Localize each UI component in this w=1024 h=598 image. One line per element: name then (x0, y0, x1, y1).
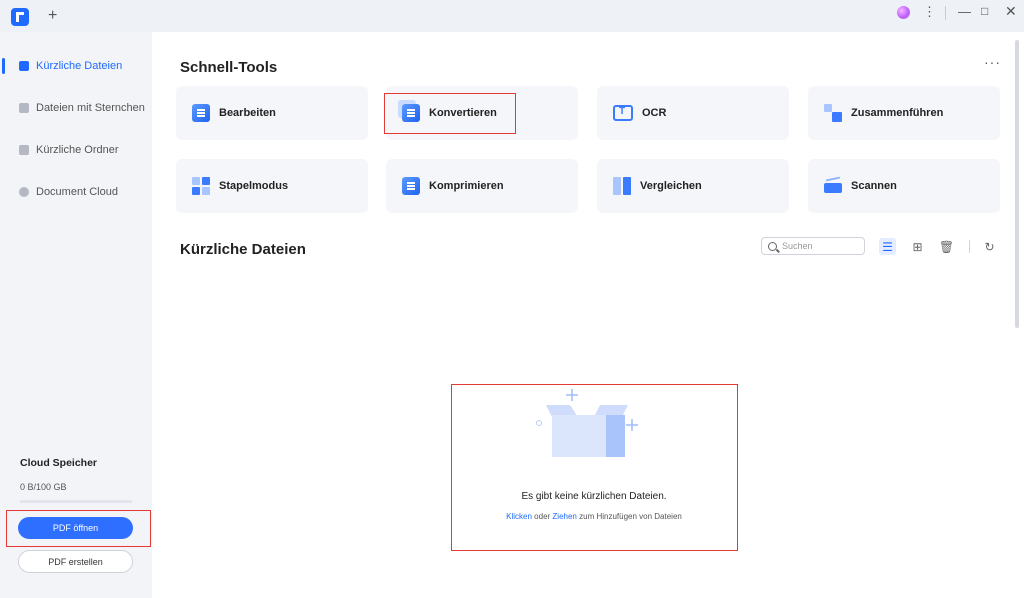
search-input[interactable] (782, 241, 862, 251)
sidebar-item-label: Document Cloud (36, 186, 118, 198)
titlebar-divider (945, 6, 946, 20)
create-pdf-button[interactable]: PDF erstellen (18, 550, 133, 573)
minimize-icon[interactable]: — (958, 4, 971, 19)
sidebar-item-label: Kürzliche Ordner (36, 144, 119, 156)
sidebar-item-starred[interactable]: Dateien mit Sternchen (0, 93, 152, 123)
search-icon (768, 241, 777, 251)
grid-view-icon[interactable]: ⊞ (909, 238, 926, 255)
edit-icon (192, 104, 210, 122)
tool-ocr[interactable]: OCR (597, 86, 789, 140)
sidebar-item-label: Dateien mit Sternchen (36, 102, 145, 114)
tool-label: Scannen (851, 180, 897, 192)
search-box[interactable] (761, 237, 865, 255)
merge-icon (824, 104, 842, 122)
highlight-box-empty-state (451, 384, 738, 551)
compare-icon (613, 177, 631, 195)
tool-batch[interactable]: Stapelmodus (176, 159, 368, 213)
cloud-storage-bar (20, 500, 132, 503)
cloud-icon (19, 187, 29, 197)
starred-files-icon (19, 103, 29, 113)
avatar-icon[interactable] (897, 6, 910, 19)
list-view-icon[interactable]: ☰ (879, 238, 896, 255)
sidebar: Kürzliche Dateien Dateien mit Sternchen … (0, 32, 152, 598)
more-options-icon[interactable]: ··· (984, 54, 1001, 70)
tool-label: OCR (642, 107, 667, 119)
toolbar-divider (969, 240, 970, 253)
cloud-storage-usage: 0 B/100 GB (20, 482, 67, 492)
refresh-icon[interactable]: ↻ (981, 238, 998, 255)
sidebar-item-recent-files[interactable]: Kürzliche Dateien (0, 51, 152, 81)
sidebar-item-label: Kürzliche Dateien (36, 60, 123, 72)
batch-icon (192, 177, 210, 195)
more-vertical-icon[interactable]: ⋮ (923, 4, 936, 20)
active-indicator (2, 58, 5, 74)
close-icon[interactable]: ✕ (1005, 3, 1017, 20)
tool-label: Vergleichen (640, 180, 702, 192)
folder-icon (19, 145, 29, 155)
title-bar: + ⋮ — □ ✕ (0, 0, 1024, 32)
tool-label: Bearbeiten (219, 107, 276, 119)
recent-files-icon (19, 61, 29, 71)
cloud-storage-title: Cloud Speicher (20, 457, 98, 469)
highlight-box-convert (384, 93, 516, 134)
tool-compress[interactable]: Komprimieren (386, 159, 578, 213)
scrollbar[interactable] (1015, 40, 1019, 328)
app-logo-icon[interactable] (11, 8, 29, 26)
sidebar-item-document-cloud[interactable]: Document Cloud (0, 177, 152, 207)
quick-tools-title: Schnell-Tools (180, 59, 278, 76)
sidebar-item-recent-folders[interactable]: Kürzliche Ordner (0, 135, 152, 165)
trash-icon[interactable]: 🗑 (938, 238, 955, 255)
compress-icon (402, 177, 420, 195)
recent-files-title: Kürzliche Dateien (180, 241, 306, 258)
ocr-icon (613, 105, 633, 121)
tool-merge[interactable]: Zusammenführen (808, 86, 1000, 140)
tool-scan[interactable]: Scannen (808, 159, 1000, 213)
scan-icon (824, 177, 842, 195)
tool-label: Zusammenführen (851, 107, 944, 119)
maximize-icon[interactable]: □ (981, 4, 988, 18)
highlight-box-open-pdf (6, 510, 151, 547)
tool-label: Komprimieren (429, 180, 504, 192)
tool-edit[interactable]: Bearbeiten (176, 86, 368, 140)
tool-label: Stapelmodus (219, 180, 289, 192)
plus-icon[interactable]: + (48, 7, 57, 25)
tool-compare[interactable]: Vergleichen (597, 159, 789, 213)
